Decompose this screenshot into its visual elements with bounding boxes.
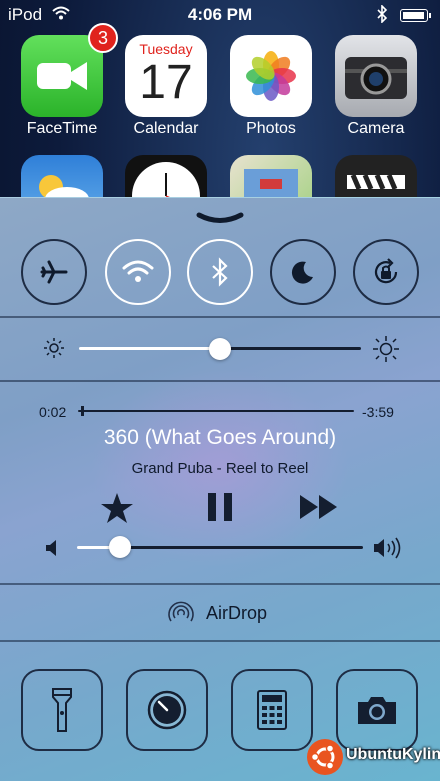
airplane-icon [40, 260, 68, 284]
clock-time: 4:06 PM [187, 5, 253, 24]
watermark-text: UbuntuKylin [346, 746, 440, 763]
do-not-disturb-toggle[interactable] [270, 239, 336, 305]
artist-album: Grand Puba - Reel to Reel [131, 460, 309, 477]
brightness-track-empty [220, 347, 361, 350]
camera-icon [358, 697, 396, 724]
calculator-icon [257, 690, 287, 730]
camera-button[interactable] [336, 669, 418, 751]
facetime-badge: 3 [88, 23, 118, 53]
bluetooth-toggle[interactable] [187, 239, 253, 305]
volume-low-icon [46, 540, 56, 556]
brightness-high-icon [373, 336, 399, 362]
rotation-lock-icon [374, 258, 398, 284]
fast-forward-icon[interactable] [299, 494, 339, 520]
flashlight-button[interactable] [21, 669, 103, 751]
airdrop-button[interactable]: AirDrop [0, 585, 440, 639]
camera-app-icon [345, 57, 407, 99]
separator [0, 316, 440, 318]
timer-icon [147, 690, 187, 730]
battery-icon [400, 9, 431, 22]
wifi-icon [122, 260, 154, 282]
brightness-low-icon [44, 338, 64, 358]
calendar-app[interactable]: Tuesday 17 [125, 35, 207, 117]
brightness-track-filled [79, 347, 220, 350]
volume-thumb[interactable] [109, 536, 131, 558]
track-scrubber[interactable] [78, 406, 354, 416]
calendar-label: Calendar [133, 120, 199, 137]
song-title: 360 (What Goes Around) [103, 426, 337, 449]
photos-label: Photos [246, 120, 296, 137]
separator [0, 640, 440, 642]
scrubber-track [78, 410, 354, 412]
photos-app[interactable] [230, 35, 312, 117]
brightness-thumb[interactable] [209, 338, 231, 360]
remaining-time: -3:59 [362, 404, 394, 420]
flashlight-icon [52, 688, 72, 732]
volume-slider[interactable] [77, 536, 363, 558]
control-center: 0:02 -3:59 360 (What Goes Around) Grand … [0, 197, 440, 781]
status-bar: iPod 4:06 PM [0, 0, 440, 30]
star-icon[interactable] [100, 492, 134, 524]
calendar-day: 17 [139, 56, 193, 109]
separator [0, 380, 440, 382]
volume-high-icon [374, 537, 401, 559]
scrubber-thumb[interactable] [81, 406, 84, 416]
ios-screen: iPod 4:06 PM 3 FaceTime Tuesday 17 Calen… [0, 0, 440, 781]
pause-icon[interactable] [205, 492, 235, 522]
volume-track-empty [120, 546, 363, 549]
photos-flower-icon [246, 51, 296, 101]
bluetooth-icon [212, 257, 228, 287]
timer-button[interactable] [126, 669, 208, 751]
camera-label: Camera [347, 120, 405, 137]
airdrop-icon [168, 601, 194, 622]
rotation-lock-toggle[interactable] [353, 239, 419, 305]
elapsed-time: 0:02 [39, 404, 67, 420]
camera-app[interactable] [335, 35, 417, 117]
wifi-toggle[interactable] [105, 239, 171, 305]
ubuntu-logo-icon [307, 739, 343, 775]
brightness-slider[interactable] [79, 338, 361, 360]
dismiss-handle-icon[interactable] [196, 212, 244, 224]
facetime-label: FaceTime [26, 120, 98, 137]
calculator-button[interactable] [231, 669, 313, 751]
bluetooth-status-icon [377, 5, 388, 23]
moon-icon [291, 261, 313, 284]
airdrop-label: AirDrop [206, 603, 268, 623]
airplane-mode-toggle[interactable] [21, 239, 87, 305]
